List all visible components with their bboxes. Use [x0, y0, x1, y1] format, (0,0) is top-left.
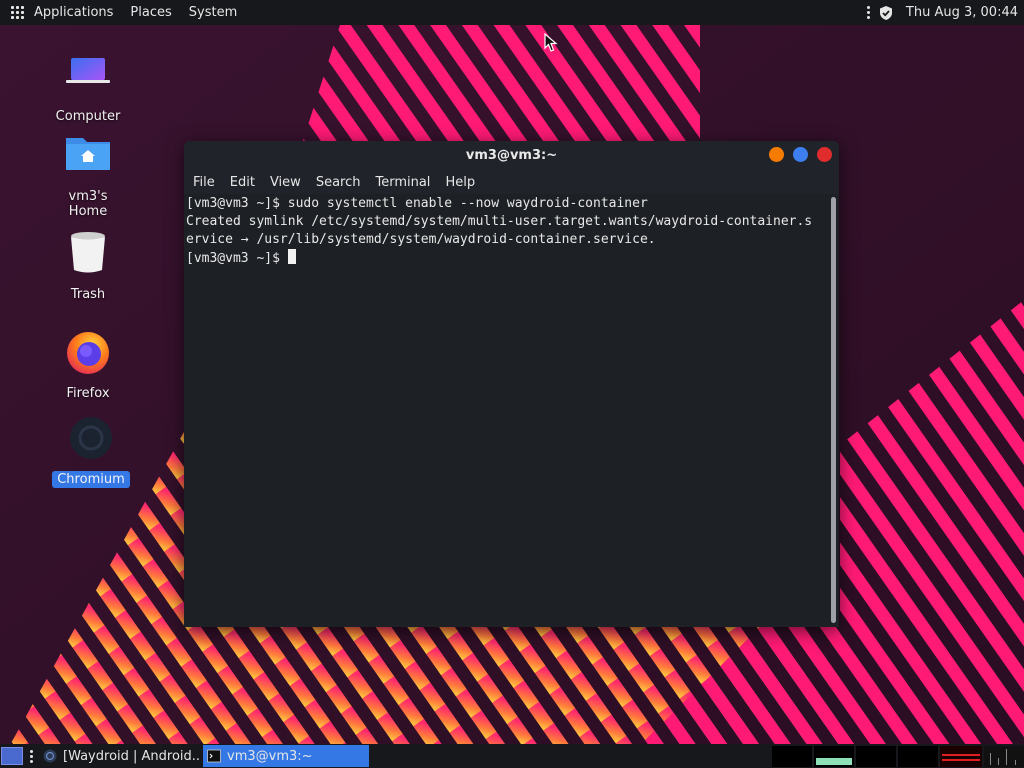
- maximize-button[interactable]: [793, 147, 808, 162]
- desktop-icon-chromium[interactable]: Chromium: [46, 413, 136, 488]
- desktop-icon-label: Firefox: [66, 386, 110, 401]
- desktop-icon-label: Chromium: [52, 471, 130, 488]
- window-titlebar[interactable]: vm3@vm3:~: [184, 141, 839, 170]
- desktop-icon-computer[interactable]: Computer: [43, 50, 133, 125]
- terminal-icon: [207, 749, 221, 763]
- terminal-output[interactable]: [vm3@vm3 ~]$ sudo systemctl enable --now…: [184, 194, 829, 627]
- scrollbar-thumb[interactable]: [831, 197, 836, 623]
- trash-icon: [71, 232, 105, 273]
- menu-places[interactable]: Places: [130, 5, 171, 20]
- desktop-icon-label: Computer: [55, 109, 121, 124]
- minimize-button[interactable]: [769, 147, 784, 162]
- desktop-icon-trash[interactable]: Trash: [43, 228, 133, 303]
- terminal-scrollbar[interactable]: [831, 197, 836, 623]
- desktop-icon-home[interactable]: vm3's Home: [43, 130, 133, 220]
- mouse-pointer-icon: [544, 33, 558, 52]
- menu-edit[interactable]: Edit: [230, 175, 255, 190]
- firefox-icon: [67, 332, 109, 374]
- task-terminal[interactable]: vm3@vm3:~: [203, 745, 369, 767]
- workspace-3[interactable]: [856, 746, 896, 767]
- desktop-icon-label: vm3's Home: [68, 189, 108, 219]
- menu-file[interactable]: File: [193, 175, 215, 190]
- terminal-line: Created symlink /etc/systemd/system/mult…: [186, 214, 813, 229]
- workspace-switcher: [772, 746, 938, 767]
- close-button[interactable]: [817, 147, 832, 162]
- menu-applications[interactable]: Applications: [34, 5, 113, 20]
- apps-grid-icon[interactable]: [11, 5, 25, 20]
- task-label: [Waydroid | Android...: [63, 748, 199, 764]
- menu-view[interactable]: View: [270, 175, 301, 190]
- menu-search[interactable]: Search: [316, 175, 361, 190]
- chromium-icon: [70, 417, 112, 459]
- desktop-icon-firefox[interactable]: Firefox: [43, 327, 133, 402]
- terminal-prompt-line: [vm3@vm3 ~]$: [186, 249, 827, 268]
- task-label: vm3@vm3:~: [227, 748, 313, 764]
- terminal-prompt: [vm3@vm3 ~]$: [186, 251, 288, 266]
- network-monitor-graph[interactable]: [984, 746, 1024, 767]
- top-panel: Applications Places System Thu Aug 3, 00…: [0, 0, 1024, 25]
- laptop-icon: [66, 58, 110, 83]
- menu-help[interactable]: Help: [445, 175, 475, 190]
- terminal-menubar: File Edit View Search Terminal Help: [184, 170, 839, 194]
- shield-check-icon[interactable]: [878, 5, 894, 21]
- terminal-line: ervice → /usr/lib/systemd/system/waydroi…: [186, 232, 656, 247]
- clock[interactable]: Thu Aug 3, 00:44: [906, 5, 1018, 20]
- terminal-window[interactable]: vm3@vm3:~ File Edit View Search Terminal…: [184, 141, 839, 627]
- text-cursor: [287, 249, 296, 264]
- desktop-icon-label: Trash: [70, 287, 106, 302]
- show-desktop-button[interactable]: [1, 747, 23, 765]
- workspace-4[interactable]: [898, 746, 938, 767]
- cpu-monitor-graph[interactable]: [940, 746, 982, 767]
- overflow-menu-icon[interactable]: [866, 6, 870, 19]
- chromium-icon: [43, 749, 57, 763]
- home-folder-icon: [66, 138, 110, 170]
- workspace-1[interactable]: [772, 746, 812, 767]
- terminal-line: [vm3@vm3 ~]$ sudo systemctl enable --now…: [186, 196, 648, 211]
- taskbar-handle-icon[interactable]: [30, 749, 33, 763]
- menu-terminal[interactable]: Terminal: [375, 175, 430, 190]
- window-title: vm3@vm3:~: [465, 148, 558, 163]
- menu-system[interactable]: System: [189, 5, 237, 20]
- task-waydroid[interactable]: [Waydroid | Android...: [39, 745, 199, 767]
- workspace-2[interactable]: [814, 746, 854, 767]
